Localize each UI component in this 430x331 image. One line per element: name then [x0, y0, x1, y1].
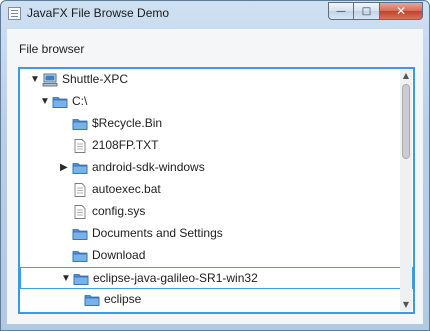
- tree-item[interactable]: ▼ C:\: [20, 91, 413, 113]
- tree-item-label: 2108FP.TXT: [92, 138, 159, 152]
- tree-rows: ▼ Shuttle-XPC ▼ C:\ $Recycle.Bin 2108FP.TXT ▶ a…: [20, 69, 413, 311]
- folder-icon: [72, 226, 88, 242]
- folder-icon: [73, 271, 89, 287]
- tree-item-label: autoexec.bat: [92, 182, 161, 196]
- tree-item-label: Documents and Settings: [92, 226, 223, 240]
- minimize-button[interactable]: —: [328, 2, 354, 20]
- file-tree[interactable]: ▼ Shuttle-XPC ▼ C:\ $Recycle.Bin 2108FP.TXT ▶ a…: [18, 67, 415, 314]
- folder-icon: [84, 292, 100, 308]
- file-browser-label: File browser: [19, 42, 85, 56]
- collapsed-arrow-icon[interactable]: ▶: [60, 163, 68, 173]
- tree-item[interactable]: ▼ eclipse-java-galileo-SR1-win32: [20, 267, 413, 289]
- title-bar[interactable]: JavaFX File Browse Demo — □ ✕: [1, 1, 429, 29]
- tree-item-label: Download: [92, 248, 146, 262]
- scroll-up-arrow[interactable]: ▲: [400, 70, 412, 82]
- folder-icon: [72, 116, 88, 132]
- maximize-button[interactable]: □: [354, 2, 380, 20]
- tree-item-label: Shuttle-XPC: [62, 72, 129, 86]
- folder-icon: [72, 248, 88, 264]
- file-icon: [72, 204, 88, 220]
- app-icon: [8, 7, 21, 20]
- tree-item-label: config.sys: [92, 204, 146, 218]
- tree-item-label: android-sdk-windows: [92, 160, 205, 174]
- expanded-arrow-icon[interactable]: ▼: [30, 75, 40, 85]
- tree-item[interactable]: Download: [20, 245, 413, 267]
- tree-item-label: $Recycle.Bin: [92, 116, 163, 130]
- folder-icon: [52, 94, 68, 110]
- folder-icon: [72, 160, 88, 176]
- file-icon: [72, 138, 88, 154]
- app-window: JavaFX File Browse Demo — □ ✕ File brows…: [0, 0, 430, 331]
- tree-item[interactable]: autoexec.bat: [20, 179, 413, 201]
- tree-item[interactable]: $Recycle.Bin: [20, 113, 413, 135]
- tree-item-label: C:\: [72, 94, 88, 108]
- tree-item[interactable]: 2108FP.TXT: [20, 135, 413, 157]
- file-icon: [72, 182, 88, 198]
- tree-item[interactable]: ▶ android-sdk-windows: [20, 157, 413, 179]
- tree-item[interactable]: ▼ Shuttle-XPC: [20, 69, 413, 91]
- window-controls: — □ ✕: [328, 2, 423, 20]
- scroll-thumb[interactable]: [402, 84, 410, 159]
- tree-item[interactable]: eclipse: [20, 289, 413, 311]
- expanded-arrow-icon[interactable]: ▼: [61, 274, 71, 284]
- tree-item[interactable]: Documents and Settings: [20, 223, 413, 245]
- expanded-arrow-icon[interactable]: ▼: [40, 97, 50, 107]
- tree-item-label: eclipse: [104, 292, 142, 306]
- window-title: JavaFX File Browse Demo: [27, 6, 170, 20]
- tree-item[interactable]: config.sys: [20, 201, 413, 223]
- vertical-scrollbar[interactable]: ▲ ▼: [400, 70, 412, 311]
- client-area: File browser ▼ Shuttle-XPC ▼ C:\ $Recycle.Bi…: [7, 29, 423, 324]
- tree-item-label: eclipse-java-galileo-SR1-win32: [93, 271, 258, 285]
- scroll-down-arrow[interactable]: ▼: [400, 299, 412, 311]
- close-button[interactable]: ✕: [380, 2, 423, 20]
- computer-icon: [42, 72, 58, 88]
